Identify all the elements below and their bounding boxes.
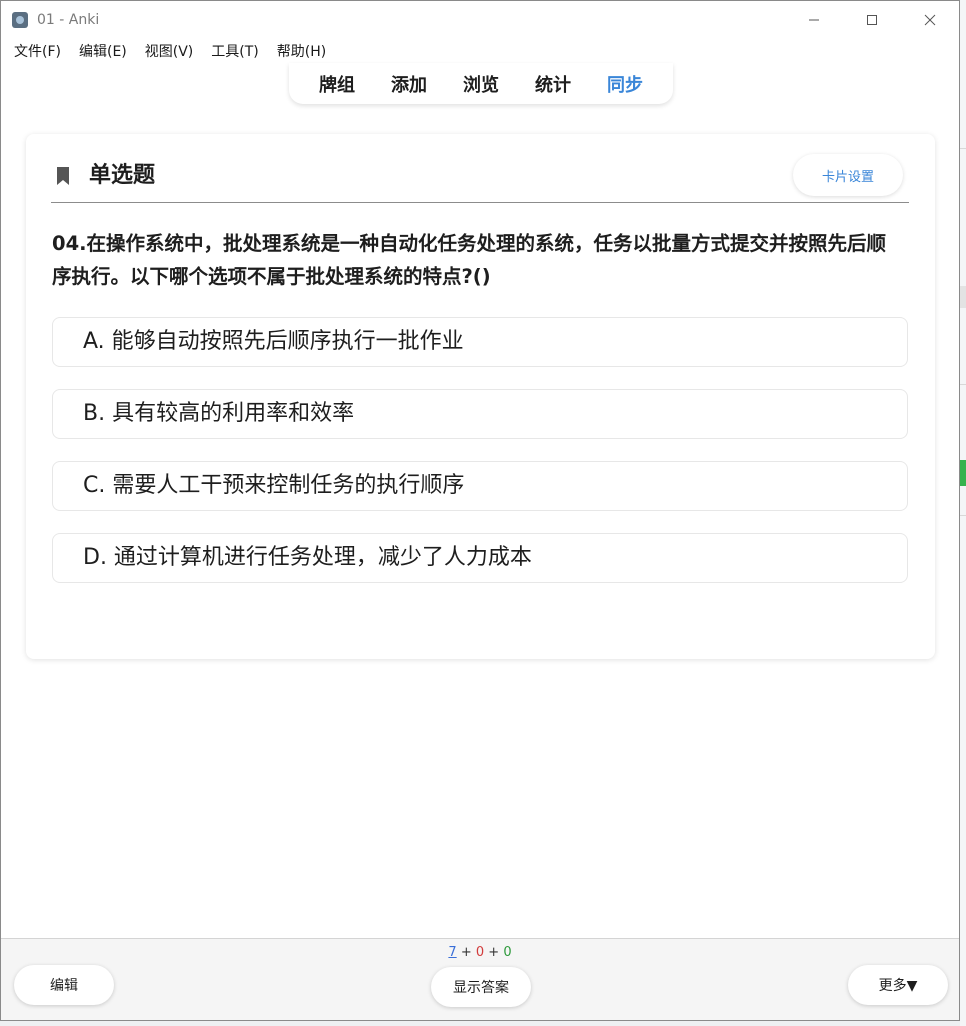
maximize-icon (867, 15, 877, 25)
menu-help[interactable]: 帮助(H) (277, 41, 326, 61)
due-counts: 7 + 0 + 0 (1, 945, 959, 960)
minimize-icon (809, 19, 819, 21)
count-separator: + (488, 945, 500, 960)
bottom-bar: 7 + 0 + 0 编辑 显示答案 更多▼ (1, 938, 959, 1020)
count-separator: + (460, 945, 472, 960)
nav-sync[interactable]: 同步 (607, 71, 643, 97)
title-bar: 01 - Anki (1, 1, 959, 39)
learn-count: 0 (475, 945, 485, 960)
question-card: 单选题 卡片设置 04.在操作系统中，批处理系统是一种自动化任务处理的系统，任务… (26, 134, 935, 659)
card-settings-button[interactable]: 卡片设置 (793, 154, 903, 196)
window-controls (785, 1, 959, 39)
background-window (960, 0, 966, 1026)
menu-bar: 文件(F) 编辑(E) 视图(V) 工具(T) 帮助(H) (1, 39, 959, 63)
bookmark-icon (57, 167, 69, 185)
menu-file[interactable]: 文件(F) (14, 41, 61, 61)
anki-window: 01 - Anki 文件(F) 编辑(E) 视图(V) 工具(T) 帮助(H) … (0, 0, 960, 1021)
menu-edit[interactable]: 编辑(E) (79, 41, 127, 61)
close-icon (924, 14, 936, 26)
option-d[interactable]: D. 通过计算机进行任务处理，减少了人力成本 (52, 533, 908, 583)
more-button[interactable]: 更多▼ (848, 965, 948, 1005)
card-header: 单选题 卡片设置 (51, 154, 909, 203)
show-answer-button[interactable]: 显示答案 (431, 967, 531, 1007)
close-button[interactable] (901, 1, 959, 39)
question-type-label: 单选题 (89, 163, 156, 188)
nav-decks[interactable]: 牌组 (319, 71, 355, 97)
new-count[interactable]: 7 (448, 945, 456, 960)
window-title: 01 - Anki (37, 12, 100, 28)
nav-add[interactable]: 添加 (391, 71, 427, 97)
option-a[interactable]: A. 能够自动按照先后顺序执行一批作业 (52, 317, 908, 367)
top-nav: 牌组 添加 浏览 统计 同步 (289, 63, 673, 104)
edit-button[interactable]: 编辑 (14, 965, 114, 1005)
maximize-button[interactable] (843, 1, 901, 39)
option-b[interactable]: B. 具有较高的利用率和效率 (52, 389, 908, 439)
review-count: 0 (503, 945, 512, 960)
option-c[interactable]: C. 需要人工干预来控制任务的执行顺序 (52, 461, 908, 511)
question-text: 04.在操作系统中，批处理系统是一种自动化任务处理的系统，任务以批量方式提交并按… (52, 232, 887, 288)
menu-view[interactable]: 视图(V) (145, 41, 194, 61)
minimize-button[interactable] (785, 1, 843, 39)
anki-app-icon (12, 12, 28, 28)
menu-tools[interactable]: 工具(T) (211, 41, 258, 61)
nav-stats[interactable]: 统计 (535, 71, 571, 97)
nav-browse[interactable]: 浏览 (463, 71, 499, 97)
